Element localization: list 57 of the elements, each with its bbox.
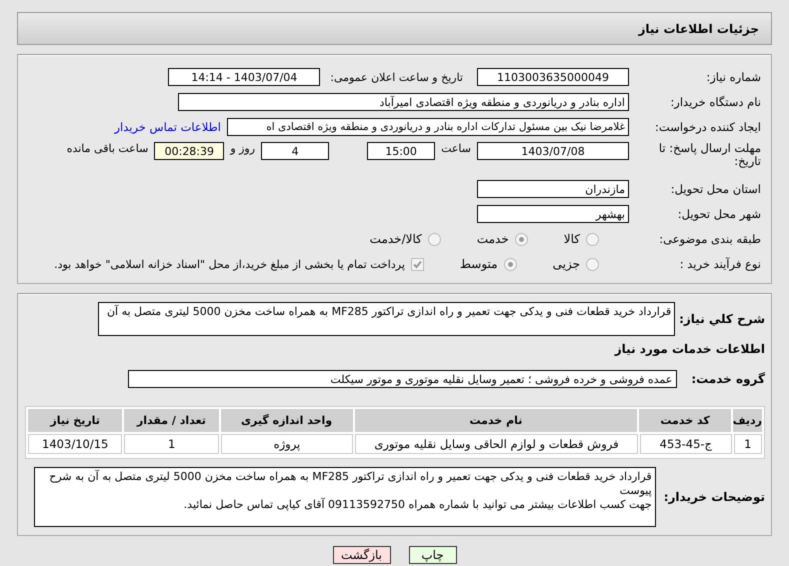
page-title: جزئیات اطلاعات نیاز — [638, 22, 759, 36]
field-label: ایجاد کننده درخواست: — [654, 120, 762, 134]
radio-label: کالا/خدمت — [370, 232, 422, 246]
days-field: 4 — [261, 142, 330, 160]
remaining-time-field: 00:28:39 — [154, 142, 224, 160]
field-label: شماره نیاز: — [705, 70, 762, 84]
print-button[interactable]: چاپ — [408, 546, 456, 564]
table-cell: پروژه — [220, 434, 353, 454]
radio-button[interactable] — [586, 232, 599, 246]
deadline-date-field: 1403/07/08 — [477, 142, 629, 160]
creator-field: غلامرضا نیک بین مسئول تدارکات اداره بنادر و دریانوردی و منطقه ویژه اقتصادی اه — [227, 118, 629, 136]
buyer-field: اداره بنادر و دریانوردی و منطقه ویژه اقتصادی امیرآباد — [178, 93, 629, 111]
radio-label: خدمت — [476, 232, 509, 246]
deadline-time-field: 15:00 — [367, 142, 436, 160]
radio-button[interactable] — [504, 258, 517, 270]
table-cell: 1 — [124, 434, 219, 454]
back-button[interactable]: بازگشت — [332, 546, 390, 564]
radio-label: متوسط — [460, 257, 498, 271]
field-label: طبقه بندی موضوعی: — [658, 232, 762, 246]
section-title: اطلاعات خدمات مورد نیاز — [613, 342, 765, 356]
column-header: واحد اندازه گیری — [220, 409, 353, 432]
notes-textarea: قرارداد خرید قطعات فنی و یدکی جهت تعمیر و راه اندازی تراکتور MF285 به همراه ساخت مخزن 5000 لیتری متصل به آن به شرح پیوست جهت کسب اطلاعات بیشتر می توانید با شماره همراه 09113592750 آقای کیاپی تماس حاصل نمائید. — [34, 467, 656, 527]
radio-button[interactable] — [586, 258, 599, 270]
table-cell: ج-45-453 — [640, 434, 732, 454]
service-group-field: عمده فروشی و خرده فروشی ؛ تعمیر وسایل نقلیه موتوری و موتور سیکلت — [128, 370, 678, 388]
city-field: بهشهر — [477, 205, 629, 223]
column-header: ردیف — [732, 409, 762, 432]
remaining-label: ساعت باقی مانده — [66, 142, 148, 155]
announce-date-field: 1403/07/04 - 14:14 — [168, 68, 320, 86]
time-label: ساعت — [441, 142, 471, 155]
field-label: تاریخ و ساعت اعلان عمومی: — [330, 70, 463, 84]
radio-label: کالا — [564, 232, 580, 246]
radio-button[interactable] — [514, 232, 528, 246]
table-cell: فروش قطعات و لوازم الحاقی وسایل نقلیه موتوری — [354, 434, 638, 454]
buyer-contact-link[interactable]: اطلاعات تماس خریدار — [114, 120, 221, 134]
checkbox[interactable] — [410, 258, 424, 270]
summary-textarea: قرارداد خرید قطعات فنی و یدکی جهت تعمیر و راه اندازی تراکتور MF285 به همراه ساخت مخزن 5000 لیتری متصل به آن — [98, 302, 676, 336]
column-header: تاریخ نیاز — [28, 409, 122, 432]
column-header: تعداد / مقدار — [124, 409, 219, 432]
field-label: استان محل تحویل: — [670, 182, 762, 196]
field-label: شهر محل تحویل: — [676, 207, 762, 221]
field-label: شرح کلي نیاز: — [679, 312, 765, 326]
province-field: مازندران — [477, 180, 629, 198]
column-header: نام خدمت — [354, 409, 638, 432]
payment-label: پرداخت تمام یا بخشی از مبلغ خرید،از محل "اسناد خزانه اسلامی" خواهد بود. — [54, 258, 405, 270]
radio-button[interactable] — [428, 232, 441, 246]
table-cell: 1 — [734, 434, 762, 454]
column-header: کد خدمت — [639, 409, 731, 432]
field-label: نام دستگاه خریدار: — [669, 95, 762, 109]
field-label: گروه خدمت: — [691, 372, 765, 386]
table-cell: 1403/10/15 — [28, 434, 122, 454]
days-label: روز و — [230, 142, 256, 155]
radio-label: جزیی — [552, 257, 580, 271]
field-label: نوع فرآیند خرید : — [678, 257, 762, 271]
field-label: مهلت ارسال پاسخ: تا تاریخ: — [658, 142, 762, 168]
field-label: توضیحات خریدار: — [664, 490, 765, 504]
need-number-field: 1103003635000049 — [477, 68, 629, 86]
